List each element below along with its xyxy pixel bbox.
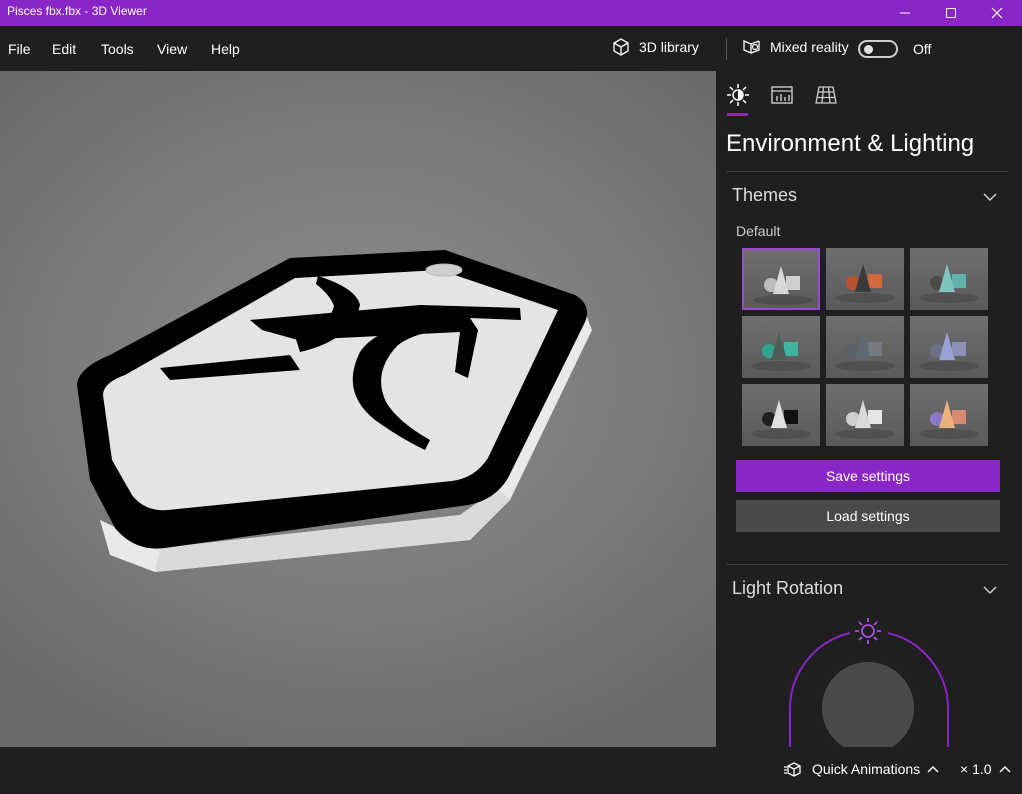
toolbar-separator <box>726 38 727 60</box>
theme-preview <box>919 400 979 439</box>
save-settings-button[interactable]: Save settings <box>736 460 1000 492</box>
divider <box>726 171 1008 172</box>
mixed-reality-label: Mixed reality <box>770 39 849 55</box>
title-bar: Pisces fbx.fbx - 3D Viewer <box>0 0 1022 26</box>
theme-preview <box>751 400 811 439</box>
themes-heading[interactable]: Themes <box>732 185 797 206</box>
quick-animations-button[interactable]: Quick Animations <box>784 761 940 777</box>
active-tab-indicator <box>727 113 748 116</box>
minimize-icon <box>900 12 910 14</box>
mixed-reality-state: Off <box>913 41 932 57</box>
pisces-model <box>77 250 592 572</box>
theme-thumbnail[interactable] <box>826 316 904 378</box>
close-icon <box>991 7 1003 19</box>
menu-bar: File Edit Tools View Help 3D library Mix… <box>0 26 1022 71</box>
default-label: Default <box>736 223 781 239</box>
menu-view[interactable]: View <box>157 41 187 57</box>
theme-thumbnail[interactable] <box>910 316 988 378</box>
window-title: Pisces fbx.fbx - 3D Viewer <box>7 4 147 18</box>
divider <box>726 564 1008 565</box>
menu-file[interactable]: File <box>8 41 31 57</box>
theme-preview <box>919 264 979 303</box>
3d-library-label: 3D library <box>639 39 699 55</box>
chevron-down-icon[interactable] <box>982 192 998 202</box>
chevron-up-icon <box>927 766 939 773</box>
sun-handle-icon[interactable] <box>855 618 881 644</box>
settings-panel: Environment & Lighting Themes Default Sa… <box>716 71 1022 747</box>
grid-icon <box>815 86 837 104</box>
stats-icon <box>771 86 793 104</box>
animation-icon <box>784 762 801 777</box>
close-button[interactable] <box>974 0 1020 26</box>
tab-stats[interactable] <box>770 83 794 107</box>
tab-grid[interactable] <box>814 83 838 107</box>
tab-environment[interactable] <box>726 83 750 107</box>
speed-label: × 1.0 <box>960 761 992 777</box>
theme-thumbnail[interactable] <box>742 248 820 310</box>
menu-edit[interactable]: Edit <box>52 41 76 57</box>
light-rotation-heading[interactable]: Light Rotation <box>732 578 843 599</box>
panel-title: Environment & Lighting <box>726 130 975 157</box>
sun-icon <box>727 84 749 106</box>
chevron-down-icon[interactable] <box>982 585 998 595</box>
theme-preview <box>751 332 811 371</box>
mixed-reality-toggle[interactable] <box>858 40 898 58</box>
theme-thumbnail[interactable] <box>826 248 904 310</box>
quick-animations-label: Quick Animations <box>812 761 921 777</box>
speed-selector[interactable]: × 1.0 <box>960 761 1012 777</box>
theme-thumbnail[interactable] <box>910 248 988 310</box>
light-rotation-control[interactable] <box>716 611 1022 747</box>
mixed-reality-icon <box>743 40 760 54</box>
theme-preview <box>919 332 979 371</box>
status-bar: Quick Animations × 1.0 <box>0 747 1022 794</box>
light-sphere <box>822 662 914 747</box>
theme-thumbnail[interactable] <box>742 316 820 378</box>
load-settings-button[interactable]: Load settings <box>736 500 1000 532</box>
menu-help[interactable]: Help <box>211 41 240 57</box>
theme-thumbnail[interactable] <box>826 384 904 446</box>
theme-thumbnail[interactable] <box>910 384 988 446</box>
chevron-up-icon <box>999 766 1011 773</box>
3d-viewport[interactable] <box>0 71 716 747</box>
3d-library-button[interactable]: 3D library <box>611 37 699 57</box>
theme-thumbnail[interactable] <box>742 384 820 446</box>
menu-tools[interactable]: Tools <box>101 41 134 57</box>
cube-icon <box>613 38 629 56</box>
minimize-button[interactable] <box>882 0 928 26</box>
theme-preview <box>835 264 895 303</box>
maximize-button[interactable] <box>928 0 974 26</box>
theme-preview <box>835 400 895 439</box>
theme-preview <box>835 332 895 371</box>
maximize-icon <box>946 8 956 18</box>
theme-preview <box>753 266 813 305</box>
mixed-reality-button[interactable]: Mixed reality <box>742 37 849 57</box>
toggle-knob <box>864 45 873 54</box>
